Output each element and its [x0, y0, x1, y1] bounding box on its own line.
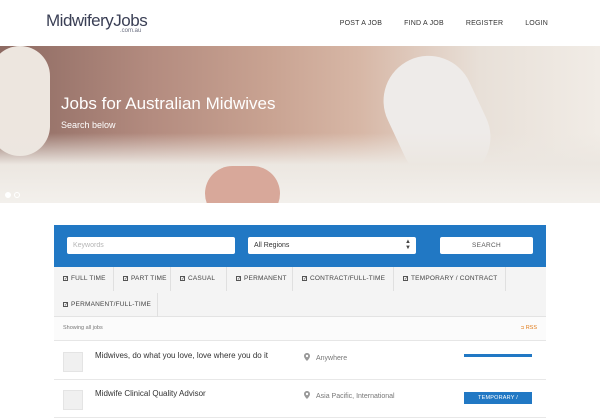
search-button[interactable]: SEARCH	[440, 237, 533, 254]
company-logo-placeholder	[63, 390, 83, 410]
map-pin-icon	[304, 391, 310, 399]
filter-permanent-full-time[interactable]: ✓ PERMANENT/FULL-TIME	[54, 293, 158, 317]
slider-dots	[5, 192, 20, 198]
checkbox-checked-icon: ✓	[63, 276, 69, 282]
showing-all-jobs-text: Showing all jobs	[63, 325, 103, 331]
job-title[interactable]: Midwife Clinical Quality Advisor	[95, 389, 206, 398]
map-pin-icon	[304, 353, 310, 361]
checkbox-checked-icon: ✓	[123, 276, 129, 282]
checkbox-checked-icon: ✓	[403, 276, 409, 282]
filter-temporary-contract[interactable]: ✓ TEMPORARY / CONTRACT	[394, 267, 506, 291]
filter-label: CONTRACT/FULL-TIME	[310, 275, 386, 282]
filter-label: TEMPORARY / CONTRACT	[411, 275, 498, 282]
site-logo[interactable]: MidwiferyJobs .com.au	[46, 11, 148, 34]
select-arrows-icon: ▲ ▼	[405, 239, 411, 251]
job-location: Asia Pacific, International	[316, 393, 395, 400]
slider-dot-2[interactable]	[14, 192, 20, 198]
hero-title: Jobs for Australian Midwives	[61, 94, 276, 113]
hero-subtitle: Search below	[61, 120, 116, 130]
logo-domain: .com.au	[120, 28, 142, 34]
job-location: Anywhere	[316, 355, 348, 362]
job-type-filters: ✓ FULL TIME ✓ PART TIME ✓ CASUAL ✓ PERMANENT…	[54, 267, 546, 317]
filter-casual[interactable]: ✓ CASUAL	[171, 267, 227, 291]
filter-label: PERMANENT/FULL-TIME	[71, 301, 152, 308]
filter-permanent[interactable]: ✓ PERMANENT	[227, 267, 293, 291]
filter-label: CASUAL	[188, 275, 216, 282]
region-select[interactable]: All Regions ▲ ▼	[248, 237, 416, 254]
company-logo-placeholder	[63, 352, 83, 372]
filter-full-time[interactable]: ✓ FULL TIME	[54, 267, 114, 291]
hero-slider: Jobs for Australian Midwives Search belo…	[0, 46, 600, 203]
rss-link[interactable]: ᴝ RSS	[521, 325, 537, 331]
filter-part-time[interactable]: ✓ PART TIME	[114, 267, 171, 291]
filter-label: PART TIME	[131, 275, 167, 282]
main-nav: POST A JOB FIND A JOB REGISTER LOGIN	[318, 20, 548, 27]
checkbox-checked-icon: ✓	[236, 276, 242, 282]
job-listing-row[interactable]: Midwives, do what you love, love where y…	[54, 342, 546, 380]
nav-find-a-job[interactable]: FIND A JOB	[404, 20, 444, 27]
job-type-badge	[464, 354, 532, 357]
checkbox-checked-icon: ✓	[302, 276, 308, 282]
hero-image-baby-hand	[205, 166, 280, 203]
job-title[interactable]: Midwives, do what you love, love where y…	[95, 351, 268, 360]
filter-label: PERMANENT	[244, 275, 287, 282]
nav-register[interactable]: REGISTER	[466, 20, 503, 27]
job-type-badge: TEMPORARY /	[464, 392, 532, 404]
filter-contract-full-time[interactable]: ✓ CONTRACT/FULL-TIME	[293, 267, 394, 291]
checkbox-checked-icon: ✓	[180, 276, 186, 282]
rss-label: RSS	[525, 325, 537, 331]
keywords-input[interactable]	[67, 237, 235, 254]
job-search-panel: All Regions ▲▼ SEARCH	[54, 225, 546, 267]
filter-label: FULL TIME	[71, 275, 106, 282]
job-listing-row[interactable]: Midwife Clinical Quality Advisor Asia Pa…	[54, 380, 546, 418]
hero-image-blanket	[0, 133, 600, 203]
nav-post-a-job[interactable]: POST A JOB	[340, 20, 382, 27]
nav-login[interactable]: LOGIN	[525, 20, 548, 27]
checkbox-checked-icon: ✓	[63, 302, 69, 308]
rss-icon: ᴝ	[520, 325, 525, 331]
site-header: MidwiferyJobs .com.au POST A JOB FIND A …	[0, 0, 600, 46]
listing-header: Showing all jobs ᴝ RSS	[54, 317, 546, 341]
slider-dot-1[interactable]	[5, 192, 11, 198]
region-select-value: All Regions	[254, 242, 290, 249]
